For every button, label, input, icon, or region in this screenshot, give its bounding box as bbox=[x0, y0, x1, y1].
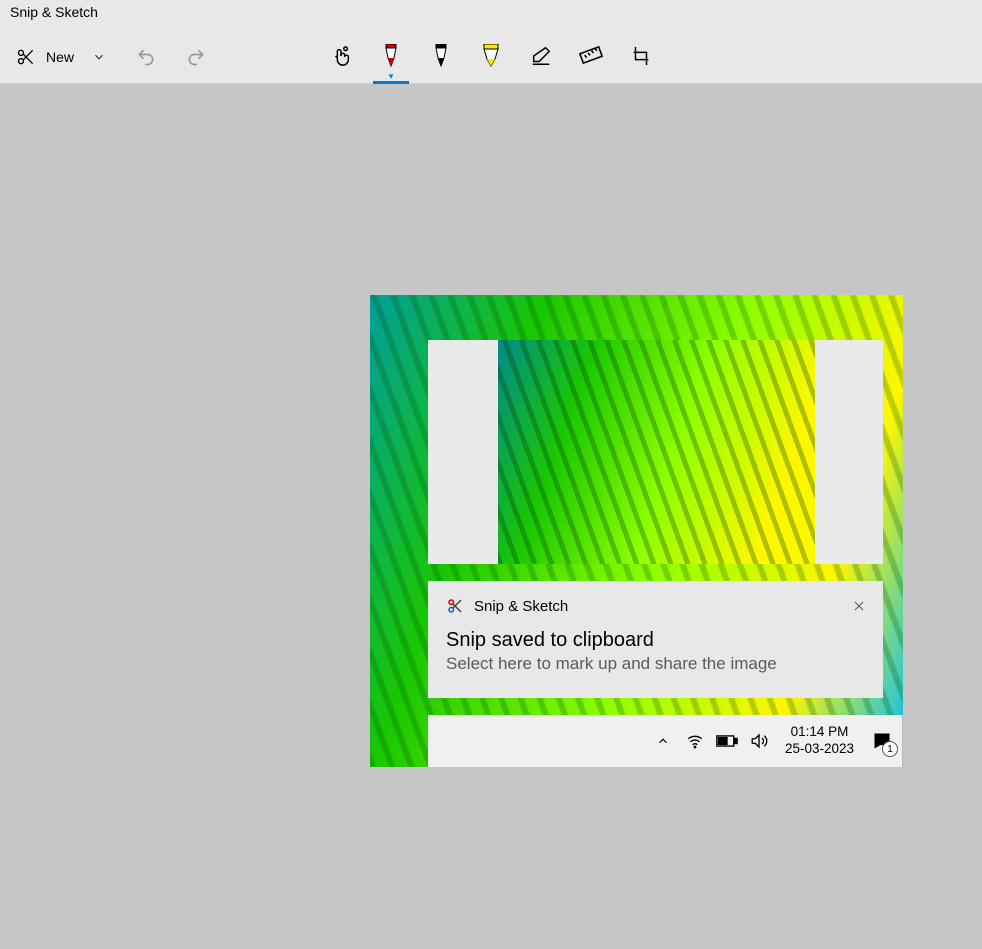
title-bar: Snip & Sketch bbox=[0, 0, 982, 30]
notification-body: Snip saved to clipboard Select here to m… bbox=[446, 629, 865, 674]
taskbar: 01:14 PM 25-03-2023 1 bbox=[428, 715, 903, 767]
chevron-down-icon bbox=[92, 50, 106, 64]
notification-close-button[interactable] bbox=[853, 600, 865, 612]
clock-tray[interactable]: 01:14 PM 25-03-2023 bbox=[785, 724, 854, 758]
speaker-icon bbox=[750, 732, 768, 750]
notification-subtext: Select here to mark up and share the ima… bbox=[446, 654, 865, 674]
snip-sketch-app-icon bbox=[446, 597, 464, 615]
notification-app-name: Snip & Sketch bbox=[474, 598, 568, 615]
toolbar: New bbox=[0, 30, 982, 84]
notification-headline: Snip saved to clipboard bbox=[446, 629, 865, 652]
touch-writing-tool[interactable] bbox=[323, 38, 359, 74]
highlighter-icon bbox=[482, 44, 500, 68]
wifi-icon bbox=[686, 732, 704, 750]
toolbar-left-group: New bbox=[8, 41, 216, 73]
undo-button[interactable] bbox=[126, 41, 166, 73]
pencil-icon bbox=[433, 44, 449, 68]
undo-icon bbox=[136, 47, 156, 67]
notification-header: Snip & Sketch bbox=[446, 597, 865, 615]
redo-button[interactable] bbox=[176, 41, 216, 73]
chevron-down-icon: ▾ bbox=[389, 71, 394, 82]
ballpoint-pen-tool[interactable]: ▾ bbox=[373, 38, 409, 74]
new-snip-button[interactable]: New bbox=[8, 41, 82, 73]
ruler-tool[interactable] bbox=[573, 38, 609, 74]
notification-toast[interactable]: Snip & Sketch Snip saved to clipboard Se… bbox=[428, 581, 883, 698]
new-snip-dropdown[interactable] bbox=[82, 44, 116, 70]
scissors-icon bbox=[16, 47, 36, 67]
touch-writing-icon bbox=[330, 45, 352, 67]
toolbar-tools-group: ▾ bbox=[323, 30, 659, 84]
new-button-label: New bbox=[46, 49, 74, 65]
ballpoint-pen-icon bbox=[383, 44, 399, 68]
battery-tray-button[interactable] bbox=[715, 734, 739, 748]
close-icon bbox=[853, 600, 865, 612]
highlighter-tool[interactable] bbox=[473, 38, 509, 74]
notification-count-badge: 1 bbox=[882, 741, 898, 757]
tray-time: 01:14 PM bbox=[785, 724, 854, 741]
window-title: Snip & Sketch bbox=[10, 4, 98, 20]
chevron-up-icon bbox=[656, 734, 670, 748]
wifi-tray-button[interactable] bbox=[683, 732, 707, 750]
volume-tray-button[interactable] bbox=[747, 732, 771, 750]
canvas-snip-image[interactable]: Snip & Sketch Snip saved to clipboard Se… bbox=[370, 295, 903, 767]
nested-snip-window bbox=[428, 340, 883, 564]
pencil-tool[interactable] bbox=[423, 38, 459, 74]
eraser-tool[interactable] bbox=[523, 38, 559, 74]
tray-date: 25-03-2023 bbox=[785, 741, 854, 758]
ruler-icon bbox=[579, 44, 603, 68]
nested-snip-thumbnail bbox=[498, 340, 815, 564]
eraser-icon bbox=[530, 45, 552, 67]
crop-tool[interactable] bbox=[623, 38, 659, 74]
action-center-button[interactable]: 1 bbox=[868, 727, 896, 755]
tray-overflow-button[interactable] bbox=[651, 734, 675, 748]
redo-icon bbox=[186, 47, 206, 67]
crop-icon bbox=[630, 45, 652, 67]
battery-icon bbox=[716, 734, 738, 748]
